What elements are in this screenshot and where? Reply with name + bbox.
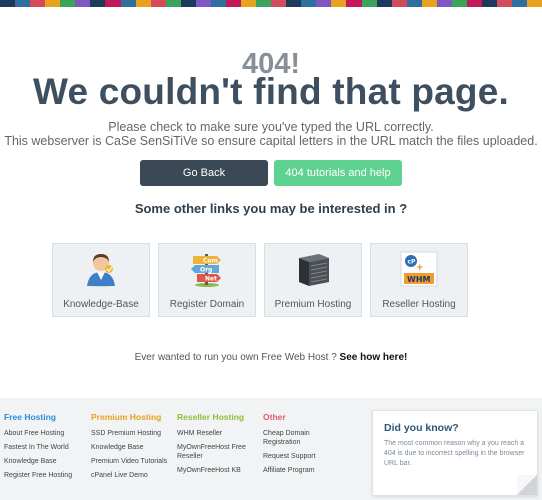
footer-col-reseller-hosting: Reseller Hosting WHM Reseller MyOwnFreeH… — [177, 412, 261, 480]
domain-signpost-icon: Com Org Net — [159, 250, 255, 288]
footer-heading: Other — [263, 412, 286, 422]
tile-label: Knowledge-Base — [63, 299, 139, 310]
cpanel-whm-icon: cP + WHM — [371, 250, 467, 288]
color-stripe — [150, 0, 166, 7]
color-stripe — [241, 0, 257, 7]
tile-reseller-hosting[interactable]: cP + WHM Reseller Hosting — [370, 243, 468, 317]
free-host-promo: Ever wanted to run you own Free Web Host… — [0, 352, 542, 363]
footer-heading: Premium Hosting — [91, 412, 162, 422]
links-heading: Some other links you may be interested i… — [134, 201, 408, 216]
footer-link[interactable]: Request Support — [263, 452, 333, 461]
footer-col-free-hosting: Free Hosting About Free Hosting Fastest … — [4, 412, 84, 485]
color-stripe — [120, 0, 136, 7]
sign-net: Net — [205, 276, 217, 283]
color-stripe — [271, 0, 287, 7]
footer-link[interactable]: Affiliate Program — [263, 466, 333, 475]
color-stripe — [75, 0, 91, 7]
tile-premium-hosting[interactable]: Premium Hosting — [264, 243, 362, 317]
color-stripe — [451, 0, 467, 7]
go-back-button[interactable]: Go Back — [140, 160, 268, 186]
color-stripe — [60, 0, 76, 7]
color-stripe — [482, 0, 498, 7]
footer-link[interactable]: About Free Hosting — [4, 429, 84, 438]
footer-col-premium-hosting: Premium Hosting SSD Premium Hosting Know… — [91, 412, 175, 485]
color-stripe — [406, 0, 422, 7]
color-stripe — [361, 0, 377, 7]
tile-label: Reseller Hosting — [382, 299, 456, 310]
tile-register-domain[interactable]: Com Org Net Register Domain — [158, 243, 256, 317]
footer-link[interactable]: MyOwnFreeHost KB — [177, 466, 261, 475]
color-stripe — [256, 0, 272, 7]
page-curl — [517, 475, 537, 495]
support-agent-icon — [53, 250, 149, 288]
color-stripe — [90, 0, 106, 7]
color-stripe — [195, 0, 211, 7]
footer-link[interactable]: cPanel Live Demo — [91, 471, 175, 480]
footer-heading: Free Hosting — [4, 412, 56, 422]
color-stripe — [421, 0, 437, 7]
color-stripe — [316, 0, 332, 7]
plus-sign: + — [416, 263, 424, 273]
promo-text: Ever wanted to run you own Free Web Host… — [134, 352, 337, 363]
color-stripe — [30, 0, 46, 7]
color-stripe — [45, 0, 61, 7]
color-stripe — [225, 0, 241, 7]
color-stripe — [135, 0, 151, 7]
color-stripe — [436, 0, 452, 7]
tile-knowledge-base[interactable]: Knowledge-Base — [52, 243, 150, 317]
card-title: Did you know? — [384, 422, 459, 434]
error-description: Please check to make sure you've typed t… — [0, 120, 542, 148]
color-stripe — [527, 0, 542, 7]
footer-link[interactable]: Register Free Hosting — [4, 471, 84, 480]
footer-link[interactable]: Knowledge Base — [4, 457, 84, 466]
description-line-1: Please check to make sure you've typed t… — [108, 120, 434, 134]
see-how-link[interactable]: See how here! — [340, 352, 408, 363]
color-stripe — [376, 0, 392, 7]
footer-link[interactable]: SSD Premium Hosting — [91, 429, 175, 438]
color-stripe — [512, 0, 528, 7]
cpanel-letters: cP — [408, 259, 417, 266]
color-stripe — [0, 0, 16, 7]
color-stripe — [346, 0, 362, 7]
footer-link[interactable]: Fastest In The World — [4, 443, 84, 452]
color-stripe — [286, 0, 302, 7]
color-stripe — [15, 0, 31, 7]
color-stripe — [466, 0, 482, 7]
color-stripe — [105, 0, 121, 7]
top-color-bar — [0, 0, 542, 7]
whm-letters: WHM — [407, 275, 431, 284]
color-stripe — [497, 0, 513, 7]
color-stripe — [165, 0, 181, 7]
page-title: We couldn't find that page. — [33, 71, 509, 112]
color-stripe — [301, 0, 317, 7]
footer-link[interactable]: Premium Video Tutorials — [91, 457, 175, 466]
tile-label: Register Domain — [169, 299, 245, 310]
sign-com: Com — [203, 258, 218, 265]
server-icon — [265, 250, 361, 288]
color-stripe — [391, 0, 407, 7]
footer-heading: Reseller Hosting — [177, 412, 245, 422]
color-stripe — [331, 0, 347, 7]
tile-label: Premium Hosting — [274, 299, 352, 310]
footer-link[interactable]: Cheap Domain Registration — [263, 429, 333, 447]
footer-link[interactable]: WHM Reseller — [177, 429, 261, 438]
color-stripe — [210, 0, 226, 7]
color-stripe — [180, 0, 196, 7]
description-line-2: This webserver is CaSe SenSiTiVe so ensu… — [4, 134, 538, 148]
footer-col-other: Other Cheap Domain Registration Request … — [263, 412, 333, 480]
did-you-know-card: Did you know? The most common reason why… — [372, 410, 538, 496]
tutorials-help-button[interactable]: 404 tutorials and help — [274, 160, 402, 186]
footer-link[interactable]: MyOwnFreeHost Free Reseller — [177, 443, 261, 461]
sign-org: Org — [200, 267, 212, 274]
card-text: The most common reason why a you reach a… — [384, 440, 525, 467]
footer-link[interactable]: Knowledge Base — [91, 443, 175, 452]
